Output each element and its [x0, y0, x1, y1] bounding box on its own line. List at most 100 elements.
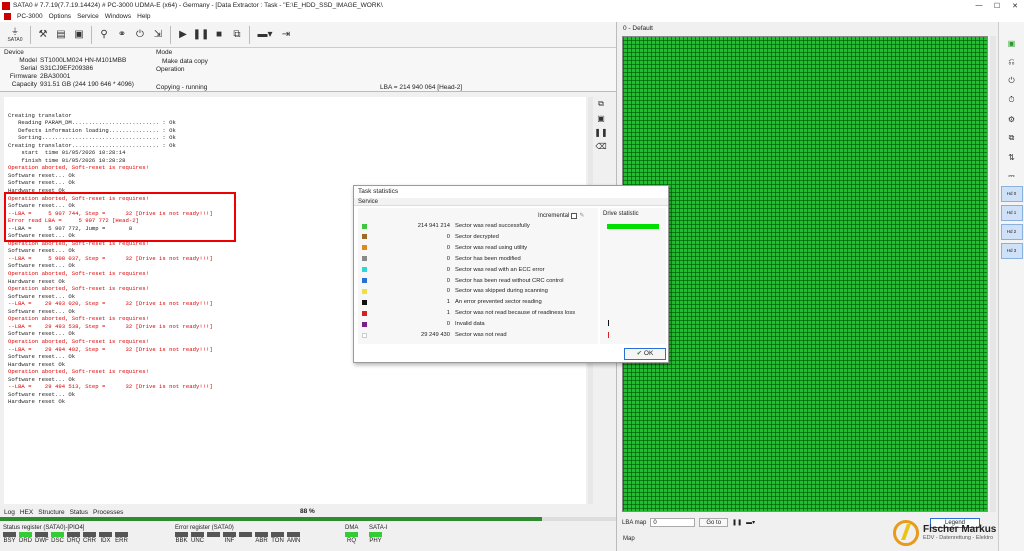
- led-idx: IDX: [99, 532, 112, 544]
- pause-icon[interactable]: ❚❚: [732, 519, 742, 526]
- log-line: Hardware reset Ok: [8, 398, 66, 406]
- goto-button[interactable]: ⇥: [278, 26, 294, 44]
- statistic-row: 0 Sector has been modified: [362, 255, 521, 263]
- statistic-count: 0: [446, 244, 450, 251]
- incremental-checkbox[interactable]: [571, 212, 578, 219]
- head-1-button[interactable]: Hd 1: [1000, 205, 1023, 221]
- tab-map[interactable]: Map: [623, 536, 635, 542]
- sector-block-map[interactable]: [622, 36, 988, 512]
- sata-icon: ⏚: [11, 27, 19, 36]
- menu-pc3000[interactable]: PC-3000: [17, 13, 43, 20]
- dma-register: DMA RQ: [342, 524, 358, 544]
- error-register-leds: BBK UNC INF ABR TON AMN: [172, 532, 300, 544]
- timer-button[interactable]: ⏱: [1003, 93, 1021, 107]
- log-line: Software reset... Ok: [8, 171, 76, 179]
- binoculars-icon: ⚭: [117, 29, 127, 40]
- led-label: AMN: [287, 538, 301, 544]
- led-label: PHY: [369, 538, 382, 544]
- led-label: RQ: [347, 538, 356, 544]
- power-cycle-button[interactable]: ⏻: [1003, 74, 1021, 88]
- dialog-tab-service[interactable]: Service: [354, 198, 668, 206]
- led-label: BSY: [3, 538, 16, 544]
- led-lamp: [223, 532, 236, 537]
- registers-panel: Status register (SATA0)-[PIO4] BSY DRD DWF…: [0, 522, 616, 551]
- utility-button[interactable]: ▤: [53, 26, 69, 44]
- tab-status[interactable]: Status: [70, 509, 88, 516]
- tab-log[interactable]: Log: [4, 509, 15, 516]
- device-row-serial: Serial S31CJ9EF209386: [4, 65, 154, 73]
- watermark-text: Fischer Markus EDV - Datenrettung - Elek…: [923, 524, 996, 541]
- log-copy-button[interactable]: ⧉: [594, 97, 608, 111]
- goto-button[interactable]: Go to: [699, 518, 729, 527]
- tab-structure[interactable]: Structure: [38, 509, 64, 516]
- right-toolbar: ▣ ⎌ ⏻ ⏱ ⚙ ⧉ ⇅ ⎓ Hd 0 Hd 1 Hd 2 Hd 3: [998, 22, 1024, 551]
- sata-port-button[interactable]: ⏚ SATA0: [4, 26, 26, 44]
- resume-button[interactable]: ▣: [1003, 36, 1021, 50]
- reset-button[interactable]: ⎌: [1003, 55, 1021, 69]
- menu-options[interactable]: Options: [49, 13, 71, 20]
- error-register: Error register (SATA0) BBK UNC INF ABR TON AM…: [172, 524, 300, 544]
- led-label: ERR: [115, 538, 128, 544]
- log-pause-button[interactable]: ❚❚: [594, 125, 608, 139]
- log-line: Creating translator: [8, 111, 72, 119]
- incremental-option[interactable]: Incremental ✎: [538, 212, 584, 219]
- ok-button[interactable]: ✔ OK: [624, 348, 666, 360]
- map-scrollbar[interactable]: [990, 36, 996, 512]
- heads-button[interactable]: ⎓: [1003, 169, 1021, 183]
- edit-icon[interactable]: ✎: [579, 212, 584, 219]
- minimize-button[interactable]: —: [970, 2, 988, 9]
- tab-hex[interactable]: HEX: [20, 509, 33, 516]
- log-clear-button[interactable]: ⌫: [594, 139, 608, 153]
- log-line: Reading PARAM_DM........................…: [8, 119, 176, 127]
- head-0-button[interactable]: Hd 0: [1000, 186, 1023, 202]
- id-button[interactable]: ▣: [71, 26, 87, 44]
- statistic-label: Sector was read successfully: [455, 223, 530, 229]
- maximize-button[interactable]: ☐: [988, 2, 1006, 10]
- lba-map-input[interactable]: 0: [650, 518, 696, 527]
- copy-icon: ⧉: [598, 99, 604, 108]
- copy-button[interactable]: ⧉: [1003, 131, 1021, 145]
- search-button[interactable]: ⚭: [114, 26, 130, 44]
- error-register-title: Error register (SATA0): [175, 525, 234, 531]
- menu-windows[interactable]: Windows: [105, 13, 131, 20]
- statistic-count: 0: [446, 255, 450, 262]
- statistic-label: Sector was read with an ECC error: [455, 266, 545, 273]
- pause-button[interactable]: ❚❚: [193, 26, 210, 44]
- watermark-name: Fischer Markus: [923, 524, 997, 535]
- statistic-count: 214 941 214: [417, 223, 450, 229]
- led-lamp: [239, 532, 252, 537]
- led-label: DRQ: [67, 538, 81, 544]
- statistic-count: 0: [446, 266, 450, 273]
- log-line: Operation aborted, Soft-reset is require…: [8, 368, 149, 376]
- close-button[interactable]: ✕: [1006, 2, 1024, 10]
- stop-button[interactable]: ■: [211, 26, 227, 44]
- device-row-capacity: Capacity 931.51 GB (244 190 646 * 4096): [4, 81, 154, 89]
- statistic-label: Sector was skipped during scanning: [455, 288, 548, 295]
- copy-button[interactable]: ⧉: [229, 26, 245, 44]
- led-label: DRD: [19, 538, 32, 544]
- head-2-button[interactable]: Hd 2: [1000, 224, 1023, 240]
- play-button[interactable]: ▶: [175, 26, 191, 44]
- export-button[interactable]: ⇲: [150, 26, 166, 44]
- task-statistics-dialog: Task statistics Service Incremental ✎ 21…: [353, 185, 669, 363]
- menu-help[interactable]: Help: [137, 13, 150, 20]
- statistic-row: 0 Sector decrypted: [362, 233, 499, 241]
- device-label: Serial: [20, 65, 37, 72]
- menu-service[interactable]: Service: [77, 13, 99, 20]
- statistic-label: Sector has been modified: [455, 255, 521, 262]
- power-button[interactable]: ⏻: [132, 26, 148, 44]
- statistic-row: 0 Sector was read using utility: [362, 244, 527, 252]
- log-save-button[interactable]: ▣: [594, 111, 608, 125]
- status-register: Status register (SATA0)-[PIO4] BSY DRD DWF…: [0, 524, 128, 544]
- tab-processes[interactable]: Processes: [93, 509, 123, 516]
- probe-button[interactable]: ⚲: [96, 26, 112, 44]
- tools-button[interactable]: ⚒: [35, 26, 51, 44]
- config-button[interactable]: ⚙: [1003, 112, 1021, 126]
- head-3-button[interactable]: Hd 3: [1000, 243, 1023, 259]
- view-mode-icon[interactable]: ▬▾: [746, 519, 755, 526]
- export-icon: ⇲: [153, 29, 163, 40]
- led-label: INF: [224, 538, 235, 544]
- sort-button[interactable]: ⇅: [1003, 150, 1021, 164]
- ok-label: OK: [643, 350, 654, 357]
- view-button[interactable]: ▬▾: [254, 26, 276, 44]
